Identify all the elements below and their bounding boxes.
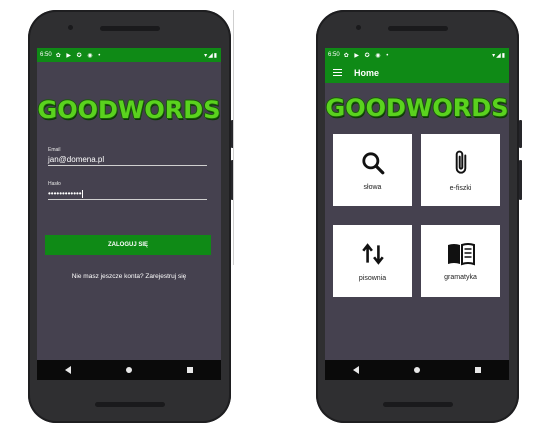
search-icon <box>361 151 384 174</box>
status-bar: 6:50 ✿ ▶ ✪ ◉ • ▾◢▮ <box>37 48 221 62</box>
recent-apps-icon[interactable] <box>475 367 482 373</box>
tile-slowa[interactable]: słowa <box>333 134 412 206</box>
login-button[interactable]: ZALOGUJ SIĘ <box>45 235 211 255</box>
back-icon[interactable] <box>352 366 359 374</box>
email-label: Email <box>48 147 61 153</box>
status-icons: ✿ ▶ ✪ ◉ • <box>55 52 103 59</box>
swap-vertical-icon <box>361 242 384 265</box>
tile-label: e-fiszki <box>449 184 472 192</box>
paperclip-icon <box>455 150 466 174</box>
password-field[interactable]: •••••••••••• <box>48 189 207 200</box>
menu-icon[interactable] <box>333 69 342 76</box>
status-time: 6:50 <box>328 52 340 58</box>
home-screen: 6:50 ✿ ▶ ✪ ◉ • ▾◢▮ Home GOODWORDS słowa … <box>325 48 509 380</box>
app-bar: Home <box>325 62 509 83</box>
home-icon[interactable] <box>125 367 132 373</box>
password-value: •••••••••••• <box>48 189 82 198</box>
status-time: 6:50 <box>40 52 52 58</box>
divider <box>233 10 234 265</box>
status-signal-icons: ▾◢▮ <box>492 52 506 59</box>
status-icons: ✿ ▶ ✪ ◉ • <box>343 52 391 59</box>
tile-label: gramatyka <box>444 273 477 281</box>
page-title: Home <box>354 67 380 78</box>
login-screen: 6:50 ✿ ▶ ✪ ◉ • ▾◢▮ GOODWORDS Email jan@d… <box>37 48 221 380</box>
front-camera <box>68 25 73 30</box>
left-phone: 6:50 ✿ ▶ ✪ ◉ • ▾◢▮ GOODWORDS Email jan@d… <box>28 10 234 423</box>
volume-button <box>519 160 522 200</box>
android-nav-bar <box>325 360 509 380</box>
top-speaker <box>387 26 448 31</box>
status-signal-icons: ▾◢▮ <box>204 52 218 59</box>
recent-apps-icon[interactable] <box>187 367 194 373</box>
password-label: Hasło <box>48 181 61 187</box>
bottom-speaker <box>382 402 453 407</box>
tile-e-fiszki[interactable]: e-fiszki <box>421 134 500 206</box>
back-icon[interactable] <box>64 366 71 374</box>
register-link[interactable]: Nie masz jeszcze konta? Zarejestruj się <box>37 273 221 280</box>
tile-gramatyka[interactable]: gramatyka <box>421 225 500 297</box>
app-logo: GOODWORDS <box>37 96 221 124</box>
tile-label: słowa <box>363 183 382 191</box>
tile-pisownia[interactable]: pisownia <box>333 225 412 297</box>
app-logo: GOODWORDS <box>325 94 509 122</box>
tile-label: pisownia <box>358 274 387 282</box>
book-icon <box>447 242 475 265</box>
bottom-speaker <box>94 402 165 407</box>
front-camera <box>356 25 361 30</box>
top-speaker <box>99 26 160 31</box>
text-cursor <box>81 189 83 198</box>
home-icon[interactable] <box>413 367 420 373</box>
email-field[interactable]: jan@domena.pl <box>48 155 207 166</box>
android-nav-bar <box>37 360 221 380</box>
power-button <box>519 120 522 148</box>
right-phone: 6:50 ✿ ▶ ✪ ◉ • ▾◢▮ Home GOODWORDS słowa … <box>316 10 522 423</box>
status-bar: 6:50 ✿ ▶ ✪ ◉ • ▾◢▮ <box>325 48 509 62</box>
